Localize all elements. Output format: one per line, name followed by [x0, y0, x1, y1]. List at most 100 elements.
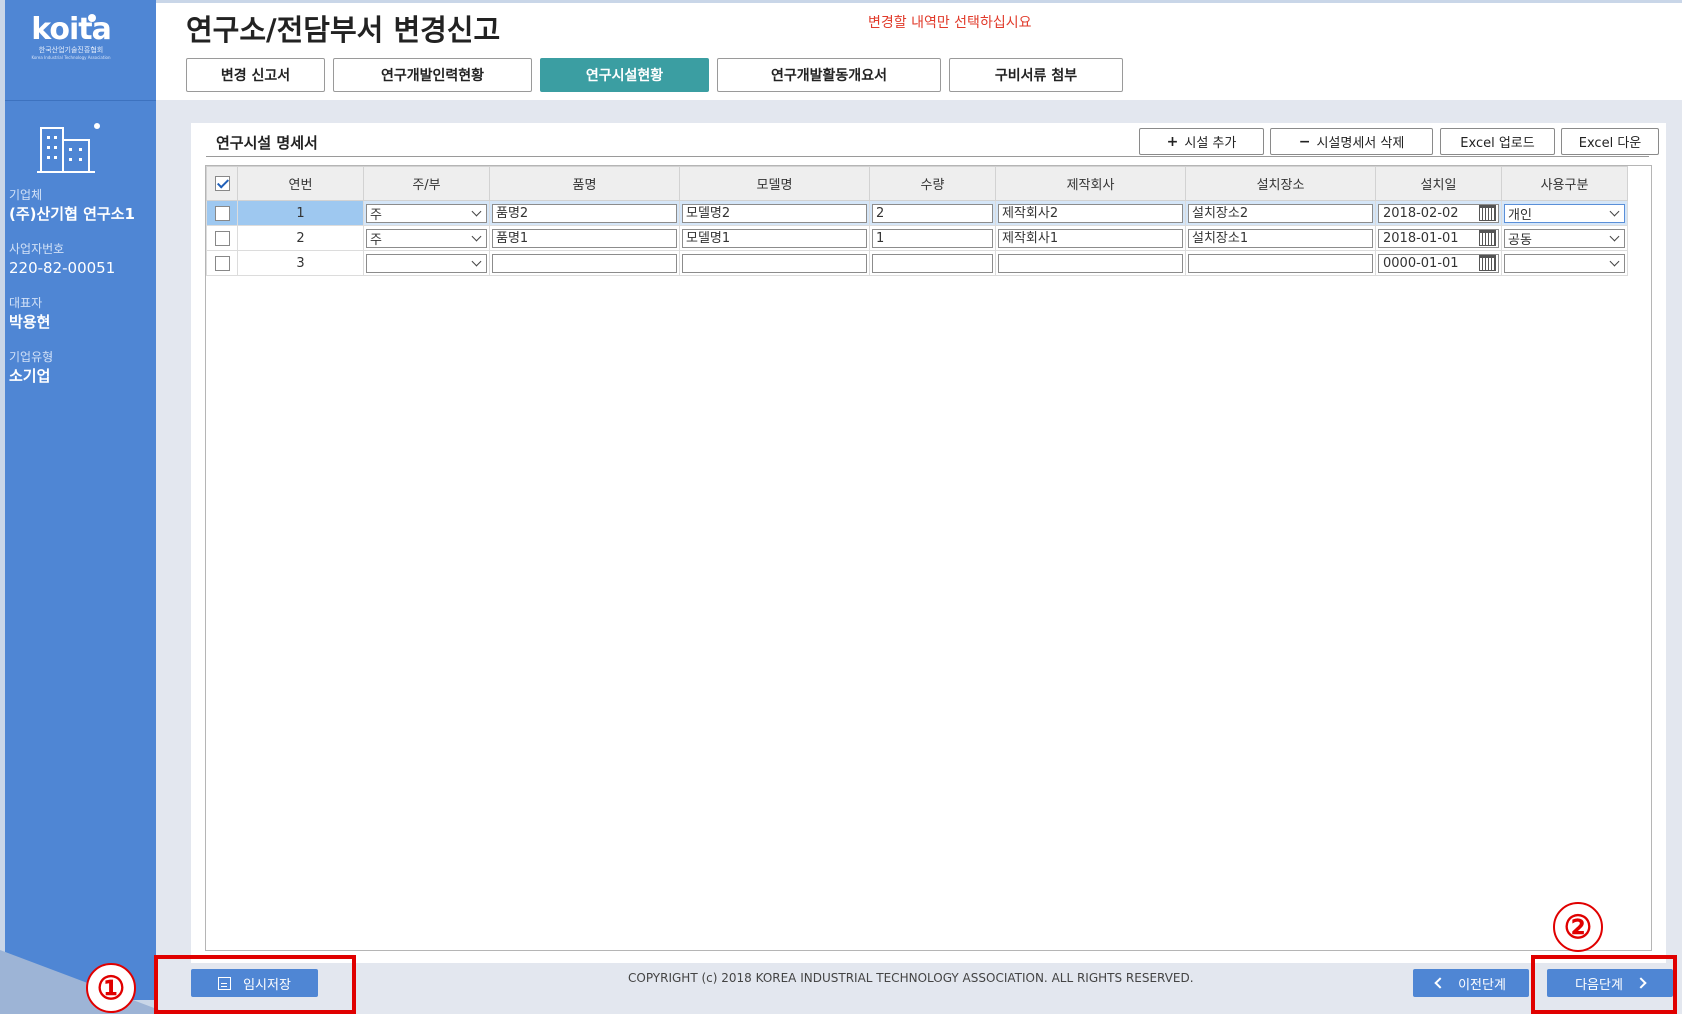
row-select-cell[interactable] — [206, 225, 238, 251]
col-header-main-sub[interactable]: 주/부 — [363, 166, 490, 201]
table-row[interactable]: 2 주 품명1 모델명1 1 제작회사1 설치장소1 2018-01-01 공동 — [206, 225, 1628, 251]
row-checkbox[interactable] — [214, 205, 230, 221]
install-date-input[interactable]: 2018-01-01 — [1378, 228, 1499, 248]
main-sub-select[interactable]: 주 — [366, 228, 487, 248]
col-header-model[interactable]: 모델명 — [679, 166, 870, 201]
maker-cell[interactable]: 제작회사1 — [995, 225, 1186, 251]
maker-cell[interactable] — [995, 250, 1186, 276]
quantity-cell[interactable]: 1 — [869, 225, 996, 251]
date-cell[interactable]: 2018-01-01 — [1375, 225, 1502, 251]
usage-select[interactable]: 공동 — [1504, 228, 1625, 248]
model-cell[interactable]: 모델명1 — [679, 225, 870, 251]
place-cell[interactable]: 설치장소2 — [1185, 200, 1376, 226]
col-header-usage[interactable]: 사용구분 — [1501, 166, 1628, 201]
annotation-box-2 — [1531, 955, 1677, 1014]
usage-cell[interactable] — [1501, 250, 1628, 276]
item-name-input[interactable]: 품명2 — [492, 203, 677, 223]
prev-step-button[interactable]: 이전단계 — [1413, 969, 1529, 997]
usage-cell[interactable]: 개인 — [1501, 200, 1628, 226]
place-input[interactable] — [1188, 253, 1373, 273]
delete-facility-button[interactable]: − 시설명세서 삭제 — [1270, 128, 1433, 155]
quantity-input[interactable]: 1 — [872, 228, 993, 248]
date-cell[interactable]: 2018-02-02 — [1375, 200, 1502, 226]
minus-icon: − — [1298, 133, 1311, 150]
quantity-cell[interactable] — [869, 250, 996, 276]
logo-dot — [88, 14, 96, 22]
prev-step-label: 이전단계 — [1458, 977, 1506, 993]
col-header-install-date[interactable]: 설치일 — [1375, 166, 1502, 201]
item-name-cell[interactable]: 품명2 — [489, 200, 680, 226]
model-cell[interactable] — [679, 250, 870, 276]
main-sub-cell[interactable] — [363, 250, 490, 276]
tab-change-report[interactable]: 변경 신고서 — [186, 58, 325, 92]
chevron-down-icon — [1609, 256, 1620, 266]
panel-title: 연구시설 명세서 — [216, 134, 318, 152]
maker-cell[interactable]: 제작회사2 — [995, 200, 1186, 226]
calendar-icon[interactable] — [1479, 255, 1496, 271]
tab-rd-personnel[interactable]: 연구개발인력현황 — [333, 58, 532, 92]
model-input[interactable] — [682, 253, 867, 273]
col-header-item-name[interactable]: 품명 — [489, 166, 680, 201]
table-header-row: 연번 주/부 품명 모델명 수량 제작회사 설치장소 설치일 사용구분 — [206, 166, 1628, 201]
select-all-checkbox[interactable] — [214, 176, 230, 191]
sidebar: koita 한국산업기술진흥협회 Korea Industrial Techno… — [5, 0, 156, 1000]
main-sub-value: 주 — [370, 232, 382, 248]
koita-logo[interactable]: koita 한국산업기술진흥협회 Korea Industrial Techno… — [25, 14, 117, 61]
excel-download-button[interactable]: Excel 다운 — [1561, 128, 1659, 155]
row-checkbox[interactable] — [214, 230, 230, 246]
table-row[interactable]: 3 0000-01-01 — [206, 250, 1628, 276]
model-cell[interactable]: 모델명2 — [679, 200, 870, 226]
chevron-down-icon — [1609, 231, 1620, 241]
tab-attach-documents[interactable]: 구비서류 첨부 — [949, 58, 1123, 92]
calendar-icon[interactable] — [1479, 205, 1496, 221]
item-name-input[interactable] — [492, 253, 677, 273]
col-header-no[interactable]: 연번 — [237, 166, 364, 201]
install-date-value: 2018-02-02 — [1383, 205, 1459, 221]
quantity-cell[interactable]: 2 — [869, 200, 996, 226]
facility-panel: 연구시설 명세서 + 시설 추가 − 시설명세서 삭제 Excel 업로드 Ex… — [191, 123, 1666, 963]
col-header-place[interactable]: 설치장소 — [1185, 166, 1376, 201]
annotation-marker-1: ① — [86, 963, 136, 1013]
company-info: 기업체 (주)산기협 연구소1 — [9, 186, 135, 224]
place-cell[interactable]: 설치장소1 — [1185, 225, 1376, 251]
usage-select[interactable]: 개인 — [1504, 203, 1625, 223]
excel-upload-button[interactable]: Excel 업로드 — [1440, 128, 1555, 155]
tab-rd-activity-summary[interactable]: 연구개발활동개요서 — [717, 58, 941, 92]
usage-cell[interactable]: 공동 — [1501, 225, 1628, 251]
quantity-input[interactable]: 2 — [872, 203, 993, 223]
page-title: 연구소/전담부서 변경신고 — [186, 13, 501, 47]
usage-select[interactable] — [1504, 253, 1625, 273]
row-select-cell[interactable] — [206, 250, 238, 276]
col-header-quantity[interactable]: 수량 — [869, 166, 996, 201]
install-date-input[interactable]: 0000-01-01 — [1378, 253, 1499, 273]
main-sub-cell[interactable]: 주 — [363, 225, 490, 251]
quantity-input[interactable] — [872, 253, 993, 273]
item-name-cell[interactable] — [489, 250, 680, 276]
place-input[interactable]: 설치장소2 — [1188, 203, 1373, 223]
place-cell[interactable] — [1185, 250, 1376, 276]
calendar-icon[interactable] — [1479, 230, 1496, 246]
model-input[interactable]: 모델명1 — [682, 228, 867, 248]
main-sub-select[interactable] — [366, 253, 487, 273]
logo-subtitle-en: Korea Industrial Technology Association — [31, 55, 111, 60]
install-date-input[interactable]: 2018-02-02 — [1378, 203, 1499, 223]
table-row[interactable]: 1 주 품명2 모델명2 2 제작회사2 설치장소2 2018-02-02 개인 — [206, 200, 1628, 226]
col-header-maker[interactable]: 제작회사 — [995, 166, 1186, 201]
item-name-input[interactable]: 품명1 — [492, 228, 677, 248]
maker-input[interactable] — [998, 253, 1183, 273]
annotation-marker-2: ② — [1553, 902, 1603, 952]
main-sub-select[interactable]: 주 — [366, 203, 487, 223]
date-cell[interactable]: 0000-01-01 — [1375, 250, 1502, 276]
row-select-cell[interactable] — [206, 200, 238, 226]
main-sub-cell[interactable]: 주 — [363, 200, 490, 226]
model-input[interactable]: 모델명2 — [682, 203, 867, 223]
add-facility-button[interactable]: + 시설 추가 — [1139, 128, 1264, 155]
select-all-header[interactable] — [206, 166, 238, 201]
chevron-down-icon — [471, 206, 482, 216]
row-checkbox[interactable] — [214, 255, 230, 271]
place-input[interactable]: 설치장소1 — [1188, 228, 1373, 248]
tab-research-facilities[interactable]: 연구시설현황 — [540, 58, 709, 92]
maker-input[interactable]: 제작회사1 — [998, 228, 1183, 248]
maker-input[interactable]: 제작회사2 — [998, 203, 1183, 223]
item-name-cell[interactable]: 품명1 — [489, 225, 680, 251]
